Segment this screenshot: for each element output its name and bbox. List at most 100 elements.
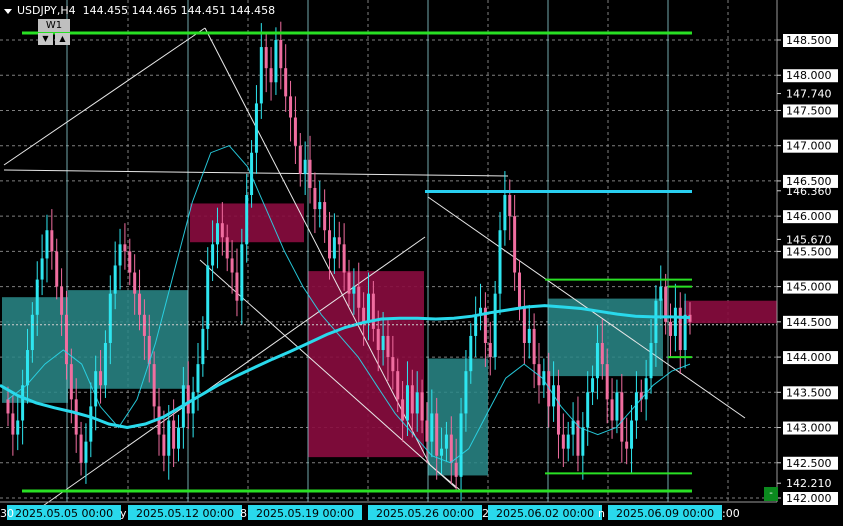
candle-body <box>55 251 59 287</box>
candle-body <box>420 392 424 421</box>
candle-body <box>240 244 244 301</box>
candle-body <box>352 286 356 294</box>
candle-body <box>464 371 468 414</box>
price-label: 147.500 <box>786 104 832 117</box>
candle-body <box>435 413 439 456</box>
candle-body <box>177 427 180 449</box>
candle-body <box>133 272 137 294</box>
candle-body <box>40 258 44 280</box>
candle-body <box>274 40 278 83</box>
price-label: 146.000 <box>786 210 832 223</box>
candle-body <box>347 272 351 294</box>
candle-body <box>25 350 29 386</box>
candle-body <box>308 159 312 188</box>
candle-body <box>469 335 473 372</box>
candle-body <box>503 195 507 231</box>
candle-body <box>342 244 346 273</box>
candle-body <box>69 364 73 400</box>
candle-body <box>362 307 366 322</box>
candle-body <box>332 237 336 259</box>
candle-body <box>21 385 25 421</box>
candle-body <box>610 399 614 421</box>
candle-body <box>201 328 205 365</box>
candle-body <box>318 202 322 210</box>
candle-body <box>64 314 68 365</box>
candle-body <box>128 251 132 273</box>
candle-body <box>35 279 39 315</box>
candle-body <box>289 96 293 118</box>
menu-triangle-icon[interactable] <box>4 8 12 14</box>
time-label: 2025.05.26 00:00 <box>376 507 474 520</box>
time-label: 2025.06.02 00:00 <box>496 507 594 520</box>
price-label: 147.740 <box>786 88 832 101</box>
period-label[interactable]: W1 <box>38 19 70 32</box>
candle-body <box>60 286 64 315</box>
candle-body <box>138 293 142 315</box>
candle-body <box>586 392 590 428</box>
candle-body <box>6 399 10 414</box>
candle-body <box>235 272 239 301</box>
candle-body <box>269 68 273 83</box>
candle-body <box>673 307 677 336</box>
candle-body <box>74 399 78 435</box>
candle-body <box>396 371 400 400</box>
chevron-down-icon[interactable]: ▼ <box>38 33 53 45</box>
candle-body <box>625 441 629 449</box>
price-label: 145.500 <box>786 245 832 258</box>
candle-body <box>498 230 502 294</box>
candle-body <box>99 371 103 386</box>
chart-header: USDJPY,H4 144.455 144.465 144.451 144.45… <box>4 4 275 17</box>
candle-body <box>50 230 54 252</box>
candle-body <box>152 364 156 407</box>
candle-body <box>581 427 585 456</box>
candle-body <box>454 462 458 477</box>
candle-body <box>103 342 107 386</box>
candle-body <box>459 413 463 477</box>
candle-body <box>230 258 234 273</box>
candle-body <box>591 378 595 393</box>
candle-body <box>430 413 434 442</box>
candle-body <box>386 335 390 358</box>
period-widget: W1 ▼ ▲ <box>38 19 70 45</box>
price-chart[interactable]: 148.500148.000147.740147.500147.000146.5… <box>0 0 843 526</box>
candle-body <box>630 420 634 449</box>
price-label: 146.360 <box>786 185 832 198</box>
candle-body <box>488 342 492 358</box>
candle-body <box>45 230 49 259</box>
candle-body <box>191 392 195 414</box>
time-label-fragment: y <box>120 507 127 520</box>
candle-body <box>30 314 34 351</box>
candle-body <box>118 244 122 266</box>
candle-body <box>337 237 341 245</box>
candle-body <box>615 392 619 421</box>
candle-body <box>225 237 229 259</box>
time-label: 2025.05.05 00:00 <box>15 507 113 520</box>
candle-body <box>605 364 609 400</box>
price-label: 144.500 <box>786 316 832 329</box>
time-label: 2025.05.19 00:00 <box>256 507 354 520</box>
candle-body <box>444 434 448 449</box>
minimize-button[interactable]: - <box>764 487 778 501</box>
candle-body <box>527 328 531 343</box>
candle-body <box>172 420 176 449</box>
price-label: 148.500 <box>786 34 832 47</box>
candle-body <box>264 47 268 69</box>
price-label: 142.500 <box>786 457 832 470</box>
candle-body <box>620 392 624 442</box>
price-label: 144.000 <box>786 351 832 364</box>
candle-body <box>678 307 682 351</box>
time-label: 2025.06.09 00:00 <box>616 507 714 520</box>
chevron-up-icon[interactable]: ▲ <box>55 33 70 45</box>
candle-body <box>683 314 687 351</box>
candle-body <box>279 40 283 69</box>
candle-body <box>366 293 370 322</box>
candle-body <box>206 265 210 329</box>
candle-body <box>376 328 380 351</box>
candle-body <box>644 378 648 400</box>
candle-body <box>513 216 517 273</box>
candle-body <box>449 434 453 463</box>
candle-body <box>254 103 258 153</box>
candle-body <box>259 47 263 104</box>
price-label: 142.000 <box>786 492 832 505</box>
price-label: 143.500 <box>786 386 832 399</box>
